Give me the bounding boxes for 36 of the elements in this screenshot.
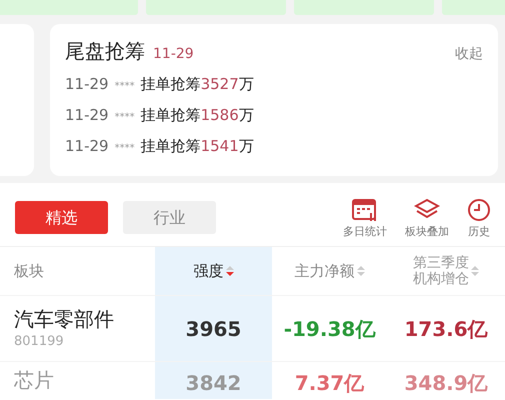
sector-name: 汽车零部件 bbox=[14, 306, 115, 332]
entry-text: 挂单抢筹1586万 bbox=[140, 105, 254, 126]
column-header[interactable]: 主力净额 bbox=[272, 247, 387, 295]
table-cell-text: 7.37亿 bbox=[294, 370, 364, 397]
masked-name: **** bbox=[114, 111, 135, 125]
entry-text: 挂单抢筹3527万 bbox=[140, 74, 254, 95]
masked-name: **** bbox=[114, 142, 135, 156]
column-header[interactable]: 第三季度 机构增仓 bbox=[387, 247, 505, 295]
table-cell-text: 3842 bbox=[186, 370, 242, 397]
column-header[interactable]: 板块 bbox=[0, 247, 155, 295]
column-label: 第三季度 机构增仓 bbox=[413, 255, 469, 287]
tool-button[interactable]: 多日统计 bbox=[343, 198, 387, 240]
table-cell-text: -19.38亿 bbox=[284, 316, 376, 342]
column-header[interactable]: 强度 bbox=[155, 247, 272, 295]
tool-button[interactable]: 板块叠加 bbox=[405, 198, 449, 240]
sector-code: 801199 bbox=[14, 332, 65, 351]
collapse-link[interactable]: 收起 bbox=[455, 44, 483, 65]
tab[interactable]: 行业 bbox=[123, 201, 216, 234]
column-label: 强度 bbox=[194, 260, 224, 282]
table-cell-text: 348.9亿 bbox=[404, 370, 488, 397]
clock-icon bbox=[467, 198, 491, 222]
table-cell-text: 173.6亿 bbox=[404, 316, 488, 342]
masked-name: **** bbox=[114, 80, 135, 94]
sector-name: 芯片 bbox=[14, 367, 55, 393]
card-title: 尾盘抢筹 bbox=[65, 38, 145, 65]
card-date: 11-29 bbox=[153, 45, 194, 64]
entry-date: 11-29 bbox=[65, 74, 109, 95]
column-label: 板块 bbox=[14, 260, 44, 282]
tab[interactable]: 精选 bbox=[15, 201, 108, 234]
table-cell-text: 3965 bbox=[186, 316, 242, 342]
tool-button[interactable]: 历史 bbox=[467, 198, 491, 240]
entry-date: 11-29 bbox=[65, 105, 109, 126]
column-label: 主力净额 bbox=[294, 260, 354, 282]
entry-date: 11-29 bbox=[65, 136, 109, 157]
entry-text: 挂单抢筹1541万 bbox=[140, 136, 254, 157]
calendar-chart-icon bbox=[352, 198, 378, 222]
